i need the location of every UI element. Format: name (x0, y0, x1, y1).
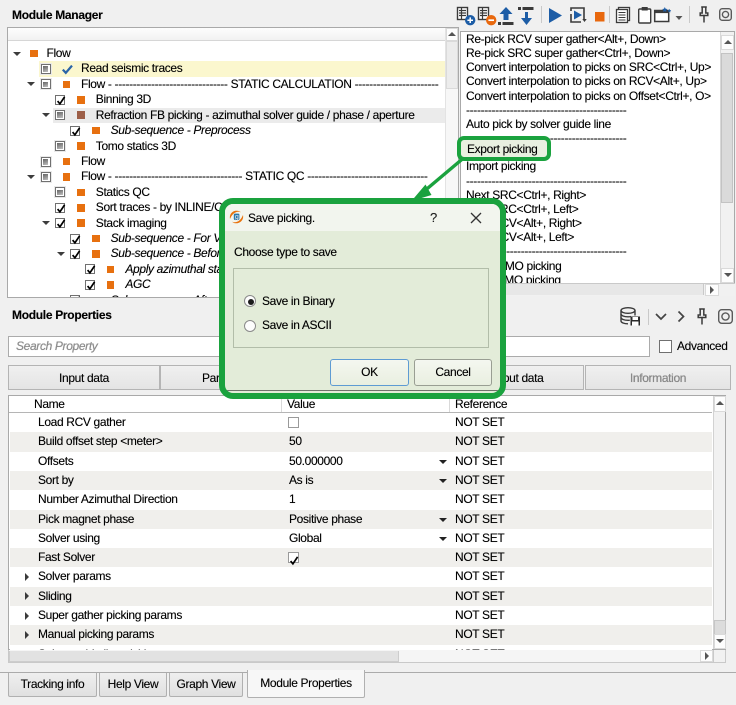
svg-text:g: g (235, 214, 239, 221)
